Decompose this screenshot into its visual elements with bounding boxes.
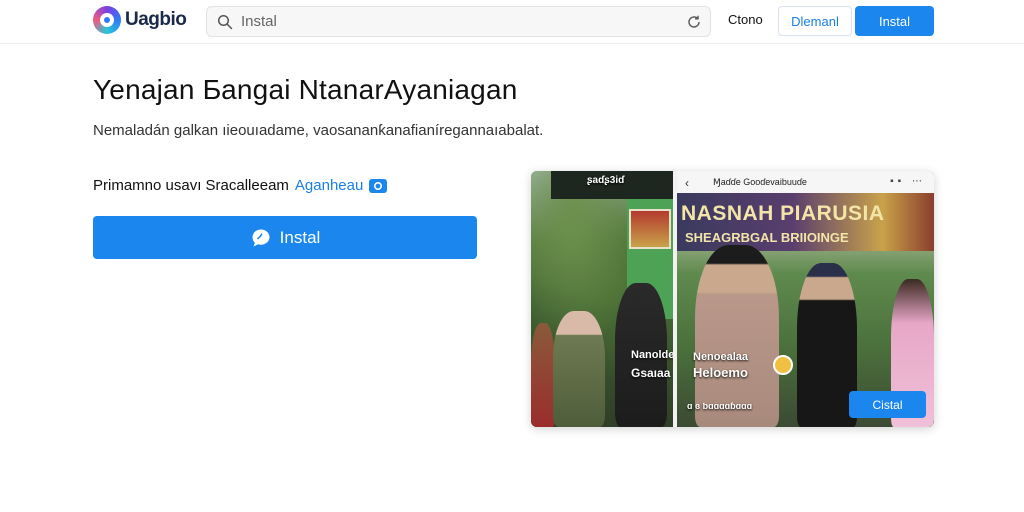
header-link[interactable]: Ctono	[728, 12, 763, 27]
chat-icon	[252, 229, 270, 246]
logo[interactable]: Uagbio	[93, 6, 187, 34]
play-icon[interactable]	[773, 355, 793, 375]
banner-text: SHEAGRBGAL BRIIOINGE	[685, 230, 849, 245]
badge-icon[interactable]	[369, 178, 388, 193]
logo-icon	[93, 6, 121, 34]
person	[553, 311, 605, 427]
overlay-text: Nanolde	[631, 349, 675, 361]
preview-install-button[interactable]: Cistal	[849, 391, 926, 418]
refresh-icon[interactable]	[686, 14, 702, 30]
promo-row: Primamno usavı Sracalleeam Aganheau	[93, 177, 388, 194]
page-subtitle: Nemaladán galkan ıieouıadame, vaosananƙa…	[93, 122, 544, 139]
page-title: Yenajan Ƃangai NtanarAyaniagan	[93, 74, 518, 105]
overlay-text: ʂaɗʂ3iɗ	[587, 175, 625, 186]
overlay-text: Heloemo	[693, 365, 748, 380]
search-icon	[217, 14, 233, 29]
overlay-text: Gsaıaa	[631, 366, 671, 380]
more-icon[interactable]: ▪▪ ⋯	[890, 176, 926, 187]
preview-toolbar: ‹ Ɱaɗɗe Gooɗevaibuuɗe ▪▪ ⋯	[677, 171, 934, 193]
preview-title: Ɱaɗɗe Gooɗevaibuuɗe	[713, 177, 807, 187]
preview-right-pane: NASNAH PIARUSIA SHEAGRBGAL BRIIOINGE ‹ Ɱ…	[677, 171, 934, 427]
banner-text: NASNAH PIARUSIA	[681, 202, 885, 225]
promo-text: Primamno usavı Sracalleeam	[93, 177, 289, 194]
search-input[interactable]: Instal	[241, 13, 686, 30]
top-bar: Uagbio Instal Ctono Dlemanl Instal	[0, 0, 1024, 44]
outline-button[interactable]: Dlemanl	[778, 6, 852, 36]
promo-link[interactable]: Aganheau	[295, 177, 363, 194]
overlay-text: ɑ ɞ ƅɑɑɑɑɓɑɑɑ	[687, 401, 753, 411]
search-bar[interactable]: Instal	[206, 6, 711, 37]
install-button[interactable]: Instal	[93, 216, 477, 259]
overlay-text: Nenoealaa	[693, 351, 749, 363]
person	[797, 263, 857, 427]
preview-image[interactable]: ʂaɗʂ3iɗ Nanolde Gsaıaa NASNAH PIARUSIA S…	[531, 171, 934, 427]
person	[695, 245, 779, 427]
preview-left-pane: ʂaɗʂ3iɗ Nanolde Gsaıaa	[531, 171, 675, 427]
install-button-header[interactable]: Instal	[855, 6, 934, 36]
flag-poster	[629, 209, 671, 249]
logo-text: Uagbio	[125, 9, 187, 30]
back-icon[interactable]: ‹	[685, 176, 689, 190]
install-button-label: Instal	[279, 227, 321, 247]
